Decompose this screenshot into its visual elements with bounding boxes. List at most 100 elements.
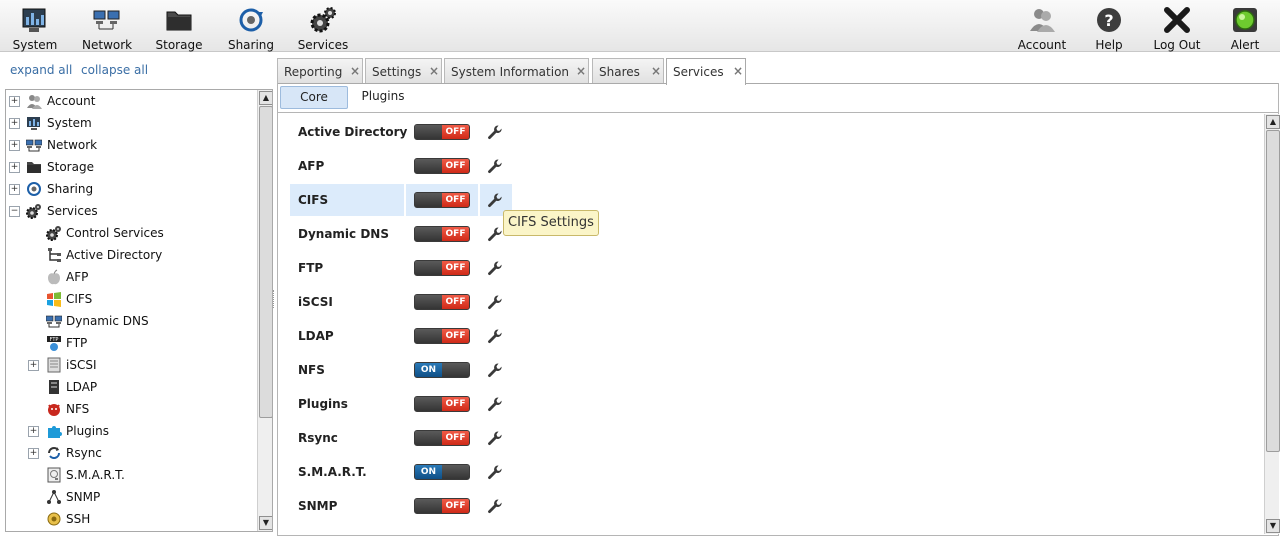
tree-item-s-m-a-r-t[interactable]: S.M.A.R.T. bbox=[6, 465, 256, 485]
expand-toggle-icon[interactable]: + bbox=[9, 96, 20, 107]
scrollbar-thumb[interactable] bbox=[259, 106, 272, 418]
subtab-core[interactable]: Core bbox=[280, 86, 348, 109]
service-toggle[interactable]: OFF bbox=[414, 498, 470, 514]
svg-text:?: ? bbox=[1104, 11, 1113, 30]
close-icon[interactable]: × bbox=[576, 64, 586, 78]
close-icon[interactable]: × bbox=[733, 64, 743, 78]
wrench-icon[interactable] bbox=[487, 124, 503, 140]
expand-toggle-icon[interactable]: + bbox=[28, 360, 39, 371]
tree-item-ldap[interactable]: LDAP bbox=[6, 377, 256, 397]
service-row-dynamic-dns: Dynamic DNS OFF bbox=[290, 218, 520, 250]
tree-item-account[interactable]: + Account bbox=[6, 91, 256, 111]
help-button[interactable]: ? Help bbox=[1092, 4, 1126, 52]
collapse-all-link[interactable]: collapse all bbox=[81, 63, 148, 77]
tree-item-services[interactable]: − Services bbox=[6, 201, 256, 221]
wrench-icon[interactable] bbox=[487, 362, 503, 378]
expand-toggle-icon[interactable]: + bbox=[9, 140, 20, 151]
wrench-icon[interactable] bbox=[487, 430, 503, 446]
tab-system-information[interactable]: System Information × bbox=[444, 58, 589, 83]
expand-toggle-icon[interactable]: + bbox=[9, 184, 20, 195]
wrench-icon[interactable] bbox=[487, 464, 503, 480]
tree-item-afp[interactable]: AFP bbox=[6, 267, 256, 287]
tab-reporting[interactable]: Reporting × bbox=[277, 58, 363, 83]
scrollbar-thumb[interactable] bbox=[1266, 130, 1280, 452]
tree-item-snmp[interactable]: SNMP bbox=[6, 487, 256, 507]
tree-item-label: Network bbox=[47, 138, 98, 152]
wrench-icon[interactable] bbox=[487, 226, 503, 242]
wrench-icon[interactable] bbox=[487, 294, 503, 310]
scroll-down-arrow-icon[interactable]: ▼ bbox=[259, 516, 272, 530]
service-toggle[interactable]: OFF bbox=[414, 158, 470, 174]
service-toggle[interactable]: OFF bbox=[414, 226, 470, 242]
directory-tree-icon bbox=[48, 248, 61, 262]
tree-item-rsync[interactable]: + Rsync bbox=[6, 443, 256, 463]
expand-all-link[interactable]: expand all bbox=[10, 63, 72, 77]
service-toggle[interactable]: OFF bbox=[414, 294, 470, 310]
tree-item-nfs[interactable]: NFS bbox=[6, 399, 256, 419]
tree-item-ftp[interactable]: FTP FTP bbox=[6, 333, 256, 353]
tree-item-storage[interactable]: + Storage bbox=[6, 157, 256, 177]
tree-item-label: Sharing bbox=[47, 182, 94, 196]
wrench-icon[interactable] bbox=[487, 260, 503, 276]
service-row-snmp: SNMP OFF bbox=[290, 490, 520, 522]
tab-label: Settings bbox=[372, 65, 422, 79]
service-toggle[interactable]: OFF bbox=[414, 396, 470, 412]
tree-item-network[interactable]: + Network bbox=[6, 135, 256, 155]
wrench-icon[interactable] bbox=[487, 158, 503, 174]
network-button[interactable]: Network bbox=[82, 4, 132, 52]
wrench-icon[interactable] bbox=[487, 192, 503, 208]
close-icon[interactable]: × bbox=[429, 64, 439, 78]
expand-toggle-icon[interactable]: + bbox=[28, 426, 39, 437]
tree-item-control-services[interactable]: Control Services bbox=[6, 223, 256, 243]
scroll-down-arrow-icon[interactable]: ▼ bbox=[1266, 519, 1280, 533]
service-toggle[interactable]: OFF bbox=[414, 192, 470, 208]
subtab-plugins[interactable]: Plugins bbox=[354, 86, 412, 109]
wrench-icon[interactable] bbox=[487, 498, 503, 514]
alert-button[interactable]: Alert bbox=[1228, 4, 1262, 52]
close-icon[interactable]: × bbox=[651, 64, 661, 78]
logout-button[interactable]: Log Out bbox=[1152, 4, 1202, 52]
tree-item-active-directory[interactable]: Active Directory bbox=[6, 245, 256, 265]
scroll-up-arrow-icon[interactable]: ▲ bbox=[259, 91, 272, 105]
collapse-toggle-icon[interactable]: − bbox=[9, 206, 20, 217]
tree-item-label: CIFS bbox=[66, 292, 93, 306]
tab-shares[interactable]: Shares × bbox=[592, 58, 664, 83]
service-toggle[interactable]: OFF bbox=[414, 260, 470, 276]
services-button[interactable]: Services bbox=[297, 4, 349, 52]
tree-item-cifs[interactable]: CIFS bbox=[6, 289, 256, 309]
tree-scrollbar[interactable]: ▲ ▼ bbox=[257, 90, 272, 531]
expand-toggle-icon[interactable]: + bbox=[9, 118, 20, 129]
close-icon[interactable]: × bbox=[350, 64, 360, 78]
toggle-state-label: ON bbox=[415, 363, 442, 377]
tree-item-iscsi[interactable]: + iSCSI bbox=[6, 355, 256, 375]
tab-settings[interactable]: Settings × bbox=[365, 58, 442, 83]
toggle-knob bbox=[415, 431, 443, 445]
tree-item-label: Account bbox=[47, 94, 96, 108]
service-toggle[interactable]: OFF bbox=[414, 328, 470, 344]
tree-item-system[interactable]: + System bbox=[6, 113, 256, 133]
panel-splitter[interactable] bbox=[273, 290, 276, 308]
service-toggle[interactable]: ON bbox=[414, 362, 470, 378]
tree-item-ssh[interactable]: SSH bbox=[6, 509, 256, 529]
account-button[interactable]: Account bbox=[1017, 4, 1067, 52]
tab-services[interactable]: Services × bbox=[666, 58, 746, 85]
tree-item-dynamic-dns[interactable]: Dynamic DNS bbox=[6, 311, 256, 331]
sharing-button[interactable]: Sharing bbox=[227, 4, 275, 52]
service-toggle[interactable]: OFF bbox=[414, 430, 470, 446]
tree-item-sharing[interactable]: + Sharing bbox=[6, 179, 256, 199]
scroll-up-arrow-icon[interactable]: ▲ bbox=[1266, 115, 1280, 129]
system-button[interactable]: System bbox=[12, 4, 58, 52]
storage-button[interactable]: Storage bbox=[155, 4, 203, 52]
ssh-icon bbox=[47, 512, 61, 526]
service-toggle[interactable]: OFF bbox=[414, 124, 470, 140]
tree-item-label: Services bbox=[47, 204, 98, 218]
services-scrollbar[interactable]: ▲ ▼ bbox=[1264, 114, 1280, 534]
wrench-icon[interactable] bbox=[487, 396, 503, 412]
toggle-knob bbox=[441, 363, 469, 377]
tree-item-plugins[interactable]: + Plugins bbox=[6, 421, 256, 441]
expand-toggle-icon[interactable]: + bbox=[9, 162, 20, 173]
service-toggle[interactable]: ON bbox=[414, 464, 470, 480]
wrench-icon[interactable] bbox=[487, 328, 503, 344]
expand-toggle-icon[interactable]: + bbox=[28, 448, 39, 459]
tree-item-label: Rsync bbox=[66, 446, 102, 460]
